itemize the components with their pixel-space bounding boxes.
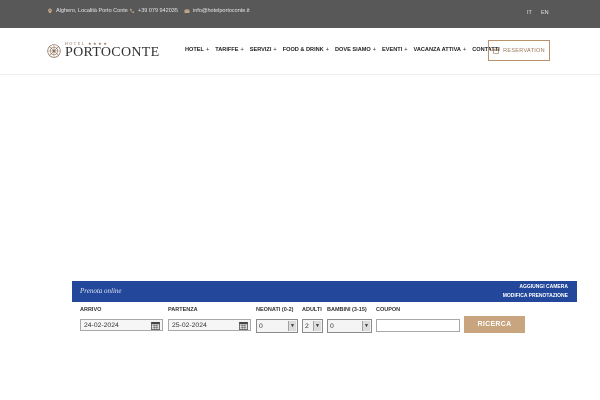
neonati-value: 0 xyxy=(259,322,263,330)
reservation-button[interactable]: RESERVATION xyxy=(488,40,550,61)
chevron-down-icon: ▼ xyxy=(288,321,296,331)
phone-icon xyxy=(130,8,135,13)
main-header: HOTEL ★★★★ PORTOCONTE HOTEL + TARIFFE + SE… xyxy=(0,28,600,75)
nav-item-label: DOVE SIAMO xyxy=(335,47,371,53)
nav-item-tariffe[interactable]: TARIFFE + xyxy=(215,47,243,53)
plus-icon: + xyxy=(240,47,244,53)
hotel-logo[interactable]: HOTEL ★★★★ PORTOCONTE xyxy=(47,42,159,60)
nav-item-dove-siamo[interactable]: DOVE SIAMO + xyxy=(335,47,376,53)
calendar-icon[interactable] xyxy=(151,321,160,330)
bambini-label: BAMBINI (3-15) xyxy=(327,307,367,313)
modify-booking-link[interactable]: MODIFICA PRENOTAZIONE xyxy=(503,292,568,301)
booking-widget: Prenota online AGGIUNGI CAMERA MODIFICA … xyxy=(72,281,577,302)
booking-header-bar: Prenota online AGGIUNGI CAMERA MODIFICA … xyxy=(72,281,577,302)
plus-icon: + xyxy=(462,47,467,53)
coupon-input[interactable] xyxy=(376,319,460,332)
lang-it[interactable]: IT xyxy=(527,10,532,16)
email-text: info@hotelportoconte.it xyxy=(193,8,250,14)
calendar-icon xyxy=(493,48,499,54)
adulti-select[interactable]: 2 ▼ xyxy=(302,319,323,333)
bambini-select[interactable]: 0 ▼ xyxy=(327,319,372,333)
mail-icon xyxy=(184,9,190,13)
chevron-down-icon: ▼ xyxy=(362,321,370,331)
arrivo-date-field[interactable]: 24-02-2024 xyxy=(80,319,163,331)
logo-emblem-icon xyxy=(47,44,61,58)
map-pin-icon xyxy=(48,8,52,14)
partenza-date-field[interactable]: 25-02-2024 xyxy=(168,319,251,331)
neonati-label: NEONATI (0-2) xyxy=(256,307,294,313)
partenza-value: 25-02-2024 xyxy=(172,321,207,329)
calendar-icon[interactable] xyxy=(239,321,248,330)
top-info-bar: Alghero, Località Porto Conte +39 079 94… xyxy=(0,0,600,28)
reservation-label: RESERVATION xyxy=(503,47,545,54)
nav-item-label: VACANZA ATTIVA xyxy=(413,47,461,53)
plus-icon: + xyxy=(205,47,210,53)
phone-text: +39 079 942035 xyxy=(138,8,178,14)
add-room-link[interactable]: AGGIUNGI CAMERA xyxy=(503,283,568,292)
nav-item-label: TARIFFE xyxy=(215,47,239,53)
nav-item-vacanza-attiva[interactable]: VACANZA ATTIVA + xyxy=(414,47,467,53)
adulti-label: ADULTI xyxy=(302,307,322,313)
bambini-value: 0 xyxy=(330,322,334,330)
search-button-label: RICERCA xyxy=(477,321,512,328)
neonati-select[interactable]: 0 ▼ xyxy=(256,319,298,333)
nav-item-servizi[interactable]: SERVIZI + xyxy=(250,47,277,53)
nav-item-label: SERVIZI xyxy=(249,47,272,53)
address-info: Alghero, Località Porto Conte xyxy=(47,8,128,14)
main-nav: HOTEL + TARIFFE + SERVIZI + FOOD & DRINK + D… xyxy=(185,47,506,53)
plus-icon: + xyxy=(404,47,408,53)
adulti-value: 2 xyxy=(305,322,309,330)
partenza-label: PARTENZA xyxy=(168,307,198,313)
logo-big-text: PORTOCONTE xyxy=(65,45,160,60)
nav-item-hotel[interactable]: HOTEL + xyxy=(185,47,209,53)
phone-info[interactable]: +39 079 942035 xyxy=(129,8,178,14)
arrivo-label: ARRIVO xyxy=(80,307,102,313)
booking-links: AGGIUNGI CAMERA MODIFICA PRENOTAZIONE xyxy=(503,283,568,301)
email-info[interactable]: info@hotelportoconte.it xyxy=(184,8,250,14)
lang-en[interactable]: EN xyxy=(541,10,549,16)
address-text: Alghero, Località Porto Conte xyxy=(56,8,128,14)
plus-icon: + xyxy=(372,47,377,53)
nav-item-label: EVENTI xyxy=(382,47,403,53)
nav-item-label: FOOD & DRINK xyxy=(282,47,324,53)
search-button[interactable]: RICERCA xyxy=(464,316,525,333)
coupon-label: COUPON xyxy=(376,307,401,313)
plus-icon: + xyxy=(325,47,329,53)
plus-icon: + xyxy=(273,47,277,53)
arrivo-value: 24-02-2024 xyxy=(84,321,119,329)
nav-item-label: HOTEL xyxy=(185,47,204,53)
booking-title: Prenota online xyxy=(80,287,122,295)
nav-item-food-drink[interactable]: FOOD & DRINK + xyxy=(283,47,329,53)
chevron-down-icon: ▼ xyxy=(313,321,321,331)
nav-item-eventi[interactable]: EVENTI + xyxy=(382,47,408,53)
